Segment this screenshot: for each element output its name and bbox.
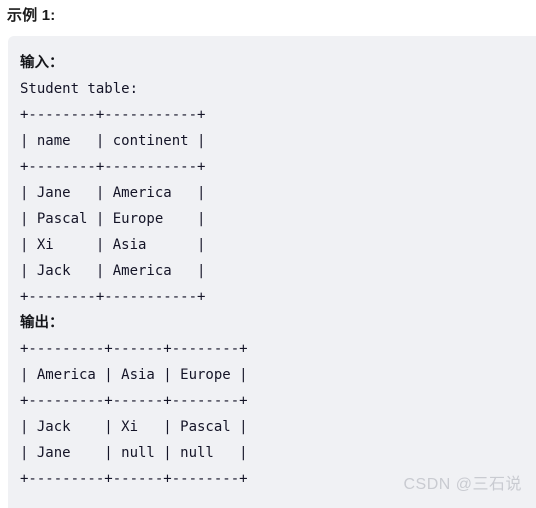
input-table-line: +--------+-----------+ <box>20 289 206 305</box>
input-table-line: | Jack | America | <box>20 263 206 279</box>
watermark: CSDN @三石说 <box>403 476 522 493</box>
output-table-line: | America | Asia | Europe | <box>20 367 248 383</box>
output-table-line: +---------+------+--------+ <box>20 341 248 357</box>
input-table-line: | Jane | America | <box>20 185 206 201</box>
output-table-line: | Jane | null | null | <box>20 445 248 461</box>
input-table-line: | Xi | Asia | <box>20 237 206 253</box>
input-section-label: 输入： <box>20 55 64 71</box>
example-code-panel: 输入： Student table: +--------+-----------… <box>8 36 536 508</box>
input-table-line: +--------+-----------+ <box>20 107 206 123</box>
input-table-line: | name | continent | <box>20 133 206 149</box>
output-table-line: +---------+------+--------+ <box>20 393 248 409</box>
input-table-caption: Student table: <box>20 81 139 97</box>
input-table-line: +--------+-----------+ <box>20 159 206 175</box>
input-table-line: | Pascal | Europe | <box>20 211 206 227</box>
output-section-label: 输出： <box>20 315 64 331</box>
output-table-line: | Jack | Xi | Pascal | <box>20 419 248 435</box>
page-title: 示例 1: <box>7 7 56 24</box>
